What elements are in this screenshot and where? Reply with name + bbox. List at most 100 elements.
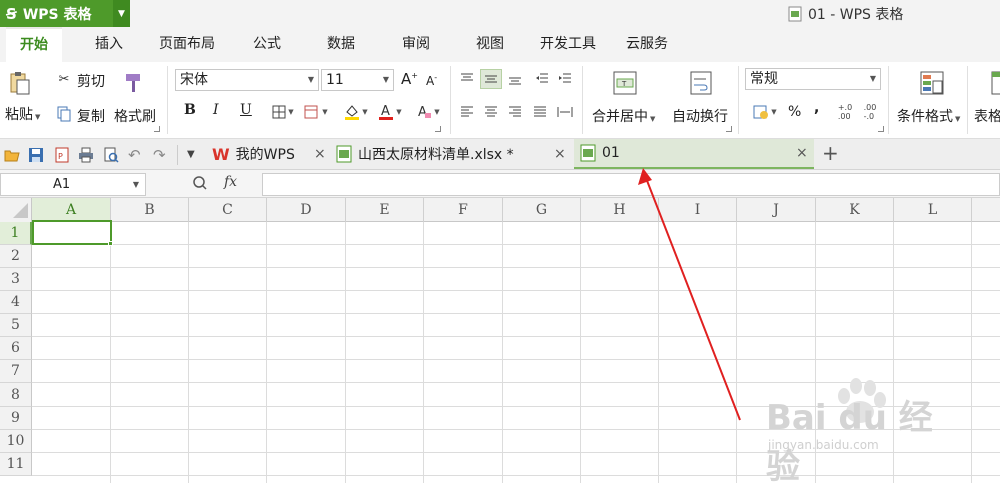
formula-input[interactable] xyxy=(262,173,1000,196)
export-pdf-icon[interactable]: P xyxy=(54,147,70,163)
align-left-icon[interactable] xyxy=(458,104,476,120)
redo-icon[interactable]: ↷ xyxy=(153,147,169,163)
format-painter-button[interactable]: 格式刷 xyxy=(114,106,156,126)
shrink-font-button[interactable]: A- xyxy=(426,73,437,88)
justify-icon[interactable] xyxy=(531,104,549,120)
bold-button[interactable]: B xyxy=(184,102,196,118)
clipboard-launcher[interactable] xyxy=(154,126,160,132)
column-header-d[interactable]: D xyxy=(267,198,346,222)
doc-tab-my-wps[interactable]: W 我的WPS × xyxy=(212,139,332,169)
fx-button[interactable]: fx xyxy=(224,174,237,190)
tab-view[interactable]: 视图 xyxy=(476,27,504,62)
align-center-icon[interactable] xyxy=(482,104,500,120)
number-format-select[interactable]: 常规 ▼ xyxy=(745,68,881,90)
align-bottom-icon[interactable] xyxy=(506,71,524,87)
zoom-search-icon[interactable] xyxy=(192,175,210,193)
clear-format-icon[interactable]: A ▼ xyxy=(413,102,443,122)
merge-center-icon[interactable]: T xyxy=(612,70,638,96)
currency-icon[interactable]: ▼ xyxy=(750,103,780,121)
row-header-5[interactable]: 5 xyxy=(0,314,32,337)
column-header-c[interactable]: C xyxy=(189,198,267,222)
alignment-launcher[interactable] xyxy=(726,126,732,132)
tab-cloud[interactable]: 云服务 xyxy=(626,27,668,62)
percent-button[interactable]: % xyxy=(788,104,801,120)
row-header-10[interactable]: 10 xyxy=(0,430,32,453)
row-header-4[interactable]: 4 xyxy=(0,291,32,314)
row-header-6[interactable]: 6 xyxy=(0,337,32,360)
distributed-icon[interactable] xyxy=(555,104,575,120)
active-cell-a1[interactable] xyxy=(32,220,112,245)
tab-developer[interactable]: 开发工具 xyxy=(540,27,596,62)
open-folder-icon[interactable] xyxy=(4,147,20,163)
cut-button[interactable]: 剪切 xyxy=(77,71,105,91)
close-icon[interactable]: × xyxy=(314,146,326,162)
print-icon[interactable] xyxy=(78,147,94,163)
column-header-l[interactable]: L xyxy=(894,198,972,222)
tab-review[interactable]: 审阅 xyxy=(402,27,430,62)
font-color-icon[interactable]: A ▼ xyxy=(375,102,405,122)
name-box[interactable]: A1 ▼ xyxy=(0,173,146,196)
column-header-g[interactable]: G xyxy=(503,198,581,222)
doc-tab-material-list[interactable]: 山西太原材料清单.xlsx * × xyxy=(336,139,572,169)
row-header-3[interactable]: 3 xyxy=(0,268,32,291)
tab-insert[interactable]: 插入 xyxy=(95,27,123,62)
row-header-7[interactable]: 7 xyxy=(0,360,32,383)
column-header-j[interactable]: J xyxy=(737,198,816,222)
column-header-k[interactable]: K xyxy=(816,198,894,222)
close-icon[interactable]: × xyxy=(554,146,566,162)
row-header-2[interactable]: 2 xyxy=(0,245,32,268)
app-dropdown-button[interactable]: ▼ xyxy=(113,0,130,27)
italic-button[interactable]: I xyxy=(213,102,219,118)
new-tab-plus-icon[interactable]: + xyxy=(822,141,839,165)
tab-formulas[interactable]: 公式 xyxy=(253,27,281,62)
increase-indent-icon[interactable] xyxy=(556,71,574,87)
table-style-button[interactable]: 表格 xyxy=(974,106,1000,126)
row-header-1[interactable]: 1 xyxy=(0,222,32,245)
close-icon[interactable]: × xyxy=(796,145,808,161)
align-middle-icon[interactable] xyxy=(480,69,502,89)
row-header-11[interactable]: 11 xyxy=(0,453,32,476)
column-header-e[interactable]: E xyxy=(346,198,424,222)
underline-button[interactable]: U xyxy=(240,102,252,118)
app-menu-button[interactable]: Ꞩ WPS 表格 xyxy=(0,0,113,27)
doc-tab-01[interactable]: 01 × xyxy=(574,139,814,169)
increase-decimal-icon[interactable]: +.0.00 xyxy=(835,102,855,122)
undo-icon[interactable]: ↶ xyxy=(128,147,144,163)
fill-handle[interactable] xyxy=(108,241,113,246)
row-header-8[interactable]: 8 xyxy=(0,383,32,407)
tab-data[interactable]: 数据 xyxy=(327,27,355,62)
cell-style-icon[interactable]: ▼ xyxy=(302,104,330,120)
decrease-indent-icon[interactable] xyxy=(533,71,551,87)
merge-center-button[interactable]: 合并居中 ▼ xyxy=(592,106,655,126)
column-header-a[interactable]: A xyxy=(32,198,111,222)
font-size-select[interactable]: 11 ▼ xyxy=(321,69,394,91)
conditional-format-button[interactable]: 条件格式 ▼ xyxy=(897,106,960,126)
quick-access-dropdown-icon[interactable]: ▼ xyxy=(187,147,203,163)
conditional-format-icon[interactable] xyxy=(919,70,945,96)
number-launcher[interactable] xyxy=(878,126,884,132)
tab-page-layout[interactable]: 页面布局 xyxy=(159,27,215,62)
borders-icon[interactable]: ▼ xyxy=(270,104,296,120)
align-top-icon[interactable] xyxy=(458,71,476,87)
decrease-decimal-icon[interactable]: .00 -.0 xyxy=(860,102,880,122)
column-header-b[interactable]: B xyxy=(111,198,189,222)
comma-button[interactable]: , xyxy=(814,100,819,116)
select-all-corner[interactable] xyxy=(0,198,32,222)
font-launcher[interactable] xyxy=(435,126,441,132)
fill-color-icon[interactable]: ▼ xyxy=(342,102,370,122)
font-name-select[interactable]: 宋体 ▼ xyxy=(175,69,319,91)
column-header-f[interactable]: F xyxy=(424,198,503,222)
wrap-text-icon[interactable] xyxy=(688,70,714,96)
table-style-icon[interactable] xyxy=(990,70,1000,96)
print-preview-icon[interactable] xyxy=(103,147,119,163)
column-header-i[interactable]: I xyxy=(659,198,737,222)
save-icon[interactable] xyxy=(28,147,44,163)
align-right-icon[interactable] xyxy=(506,104,524,120)
row-header-9[interactable]: 9 xyxy=(0,407,32,430)
paste-button[interactable]: 粘贴 ▼ xyxy=(5,104,40,124)
wrap-text-button[interactable]: 自动换行 xyxy=(672,106,728,126)
paste-icon[interactable] xyxy=(8,70,32,96)
column-header-h[interactable]: H xyxy=(581,198,659,222)
grow-font-button[interactable]: A+ xyxy=(401,70,418,88)
copy-button[interactable]: 复制 xyxy=(77,106,105,126)
